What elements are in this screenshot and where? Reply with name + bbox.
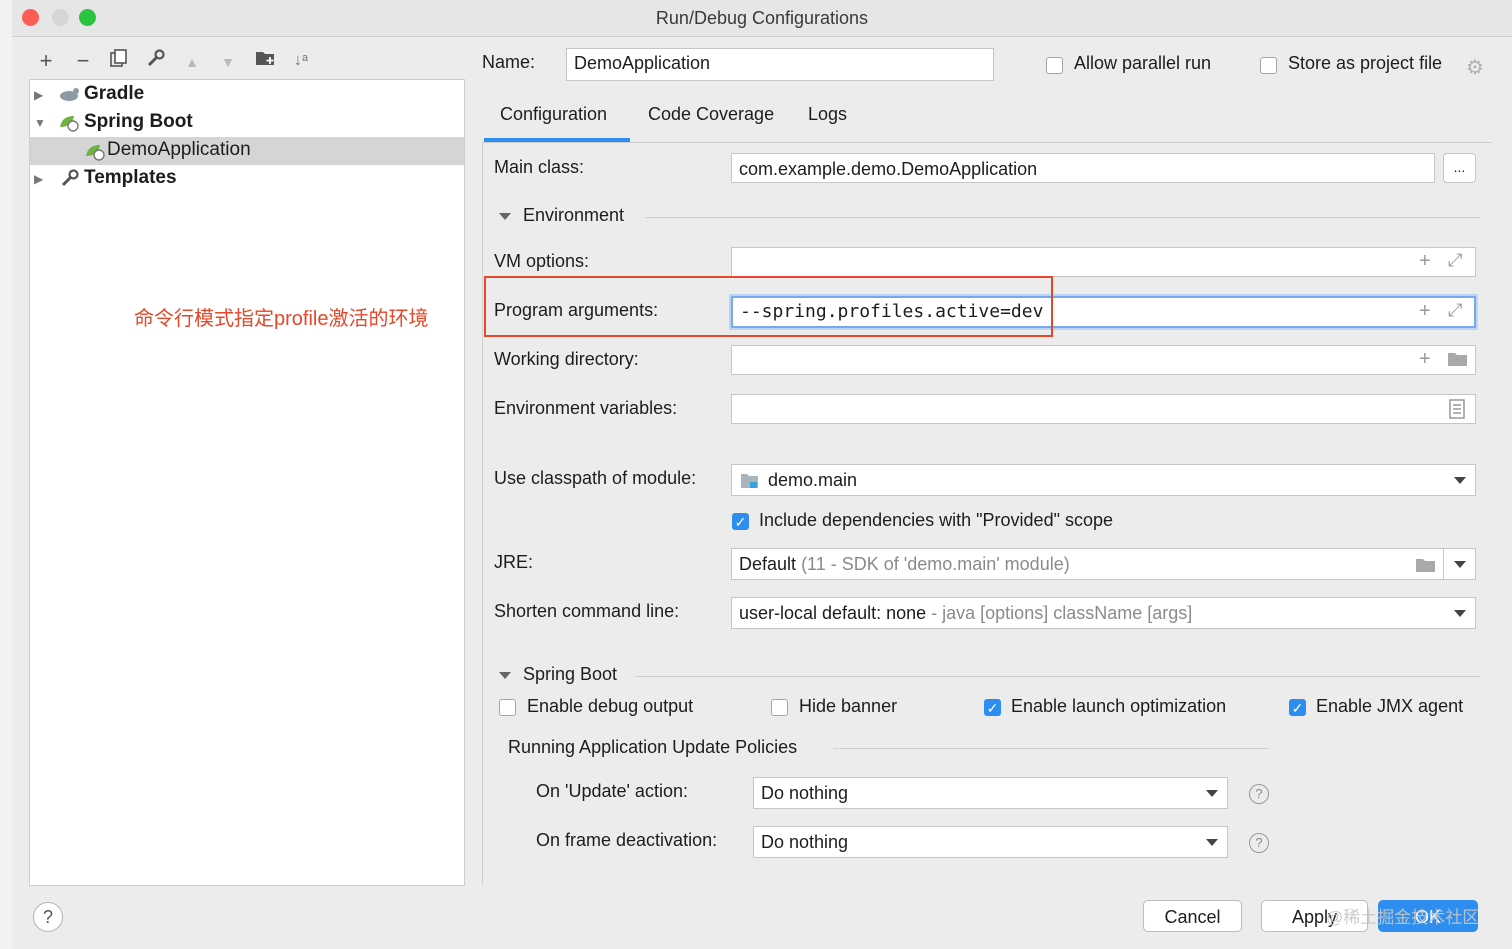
- add-icon[interactable]: +: [1419, 250, 1431, 273]
- expand-icon[interactable]: ⤢: [1448, 250, 1462, 271]
- sort-icon[interactable]: ↓ᵃ: [288, 52, 314, 70]
- environment-section-title: Environment: [523, 205, 625, 225]
- dropdown-arrow-icon[interactable]: [1454, 610, 1466, 617]
- jmx-agent-label: Enable JMX agent: [1316, 696, 1464, 716]
- jre-value: Default: [739, 554, 797, 574]
- remove-icon[interactable]: −: [70, 48, 96, 74]
- main-class-label: Main class:: [494, 157, 585, 177]
- browse-button[interactable]: ...: [1443, 153, 1476, 183]
- wrench-icon[interactable]: [143, 48, 169, 74]
- working-directory-input[interactable]: [731, 345, 1476, 375]
- tree-item-demo-application[interactable]: DemoApplication: [107, 136, 251, 164]
- tab-configuration[interactable]: Configuration: [500, 104, 607, 125]
- section-divider: [833, 748, 1269, 749]
- shorten-command-line-label: Shorten command line:: [494, 601, 680, 621]
- main-class-input[interactable]: com.example.demo.DemoApplication: [731, 153, 1435, 183]
- classpath-select[interactable]: demo.main: [731, 464, 1476, 496]
- debug-output-label: Enable debug output: [527, 696, 694, 716]
- shorten-value: user-local default: none: [739, 603, 927, 623]
- copy-icon[interactable]: [106, 48, 132, 74]
- hide-banner-checkbox[interactable]: [771, 699, 788, 716]
- name-input[interactable]: DemoApplication: [566, 48, 994, 81]
- watermark: @稀土掘金技术社区: [1326, 908, 1480, 927]
- store-project-file-label: Store as project file: [1288, 53, 1443, 73]
- add-icon[interactable]: +: [33, 48, 59, 74]
- move-down-icon[interactable]: ▼: [215, 54, 241, 70]
- vm-options-input[interactable]: [731, 247, 1476, 277]
- collapse-caret-icon: [499, 212, 511, 220]
- debug-output-checkbox[interactable]: [499, 699, 516, 716]
- expand-arrow-icon[interactable]: ▶: [34, 88, 43, 102]
- help-icon[interactable]: ?: [33, 902, 63, 932]
- dropdown-arrow-icon[interactable]: [1454, 477, 1466, 484]
- shorten-command-line-select[interactable]: user-local default: none - java [options…: [731, 597, 1476, 629]
- name-label: Name:: [482, 52, 536, 72]
- include-dependencies-label: Include dependencies with "Provided" sco…: [759, 510, 1114, 530]
- classpath-value: demo.main: [768, 470, 858, 490]
- allow-parallel-checkbox[interactable]: [1046, 57, 1063, 74]
- gear-icon[interactable]: ⚙: [1466, 55, 1484, 80]
- vm-options-label: VM options:: [494, 251, 590, 271]
- allow-parallel-label: Allow parallel run: [1074, 53, 1212, 73]
- shorten-hint: - java [options] className [args]: [931, 603, 1193, 623]
- classpath-label: Use classpath of module:: [494, 468, 697, 488]
- dropdown-arrow-icon[interactable]: [1206, 839, 1218, 846]
- on-frame-deactivation-select[interactable]: Do nothing: [753, 826, 1228, 858]
- working-directory-label: Working directory:: [494, 349, 639, 369]
- tree-item-gradle[interactable]: Gradle: [84, 80, 144, 108]
- spring-boot-section-toggle[interactable]: Spring Boot: [499, 664, 617, 685]
- cancel-button[interactable]: Cancel: [1143, 900, 1242, 932]
- folder-icon[interactable]: [1447, 350, 1469, 374]
- tab-logs[interactable]: Logs: [808, 104, 847, 125]
- dropdown-arrow-icon[interactable]: [1206, 790, 1218, 797]
- jmx-agent-checkbox[interactable]: ✓: [1289, 699, 1306, 716]
- annotation-text: 命令行模式指定profile激活的环境: [134, 308, 429, 330]
- help-icon[interactable]: ?: [1249, 784, 1269, 804]
- include-dependencies-checkbox[interactable]: ✓: [732, 513, 749, 530]
- jre-label: JRE:: [494, 552, 534, 572]
- highlight-box: [484, 276, 1053, 337]
- launch-optimization-checkbox[interactable]: ✓: [984, 699, 1001, 716]
- add-icon[interactable]: +: [1419, 300, 1431, 323]
- field-divider: [1443, 549, 1444, 579]
- spring-boot-icon: [58, 113, 80, 138]
- launch-optimization-label: Enable launch optimization: [1011, 696, 1227, 716]
- document-icon[interactable]: [1449, 399, 1465, 425]
- on-update-label: On 'Update' action:: [536, 781, 688, 801]
- dropdown-arrow-icon[interactable]: [1454, 561, 1466, 568]
- hide-banner-label: Hide banner: [799, 696, 898, 716]
- add-icon[interactable]: +: [1419, 348, 1431, 371]
- configuration-tree: ▶ Gradle ▼ Spring Boot DemoApplication ▶…: [29, 79, 465, 886]
- section-divider: [635, 676, 1480, 677]
- folder-icon[interactable]: [1415, 556, 1437, 579]
- store-project-file-checkbox[interactable]: [1260, 57, 1277, 74]
- section-divider: [645, 217, 1480, 218]
- jre-hint: (11 - SDK of 'demo.main' module): [801, 554, 1070, 574]
- move-up-icon[interactable]: ▲: [179, 54, 205, 70]
- module-icon: [740, 472, 760, 495]
- tab-code-coverage[interactable]: Code Coverage: [648, 104, 774, 125]
- collapse-arrow-icon[interactable]: ▼: [34, 116, 46, 130]
- collapse-caret-icon: [499, 671, 511, 679]
- update-policies-title: Running Application Update Policies: [508, 737, 798, 757]
- help-icon[interactable]: ?: [1249, 833, 1269, 853]
- window-title: Run/Debug Configurations: [655, 8, 869, 28]
- environment-variables-input[interactable]: [731, 394, 1476, 424]
- expand-icon[interactable]: ⤢: [1448, 300, 1462, 321]
- expand-arrow-icon[interactable]: ▶: [34, 172, 43, 186]
- wrench-icon: [60, 168, 80, 193]
- on-frame-deactivation-label: On frame deactivation:: [536, 830, 718, 850]
- tree-item-templates[interactable]: Templates: [84, 164, 177, 192]
- background-editor-strip: [0, 0, 12, 949]
- environment-section-toggle[interactable]: Environment: [499, 205, 624, 226]
- environment-variables-label: Environment variables:: [494, 398, 678, 418]
- new-folder-icon[interactable]: [253, 48, 279, 74]
- jre-select[interactable]: Default (11 - SDK of 'demo.main' module): [731, 548, 1476, 580]
- title-bar: Run/Debug Configurations: [12, 0, 1512, 37]
- on-update-select[interactable]: Do nothing: [753, 777, 1228, 809]
- spring-boot-section-title: Spring Boot: [523, 664, 618, 684]
- gradle-icon: [58, 85, 80, 108]
- tree-item-spring-boot[interactable]: Spring Boot: [84, 108, 193, 136]
